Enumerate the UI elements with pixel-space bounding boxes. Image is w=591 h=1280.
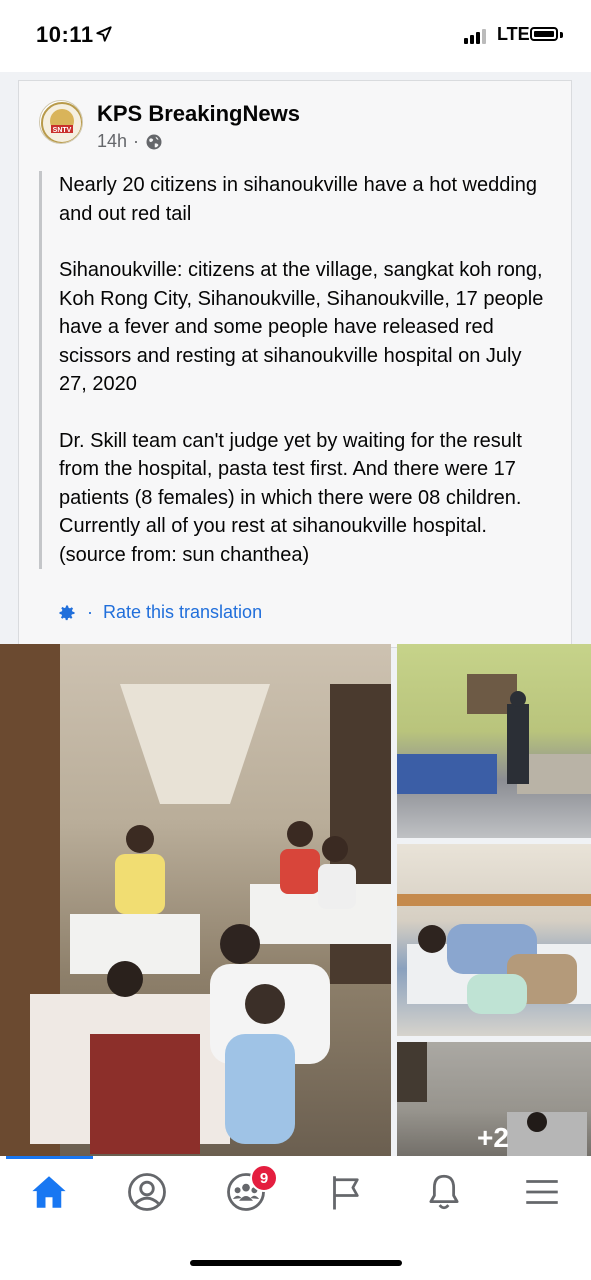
svg-text:SNTV: SNTV: [53, 127, 72, 134]
status-time: 10:11: [36, 22, 94, 47]
rate-separator: ·: [87, 602, 93, 622]
more-photos-count[interactable]: +2: [477, 1122, 509, 1154]
tab-home[interactable]: [19, 1170, 79, 1214]
post-card: SNTV KPS BreakingNews 14h · Nearly 20 ci…: [18, 80, 572, 648]
sntv-logo-icon: SNTV: [41, 102, 82, 143]
active-tab-indicator: [6, 1156, 93, 1159]
hospital-corridor-photo: [0, 644, 391, 1156]
status-bar: 10:11 LTE: [0, 0, 591, 72]
post-photo-thumb[interactable]: [397, 644, 591, 838]
rate-translation-row[interactable]: · Rate this translation: [57, 602, 262, 623]
page-name[interactable]: KPS BreakingNews: [97, 101, 300, 127]
post-photo-main[interactable]: [0, 644, 391, 1156]
post-time[interactable]: 14h: [97, 131, 127, 152]
rate-translation-link[interactable]: Rate this translation: [103, 602, 262, 623]
tab-profile[interactable]: [117, 1170, 177, 1214]
hamburger-menu-icon: [526, 1180, 558, 1204]
post-paragraph: Nearly 20 citizens in sihanoukville have…: [59, 174, 538, 225]
post-photo-thumb[interactable]: [397, 844, 591, 1036]
battery-tip: [560, 32, 563, 38]
home-icon: [32, 1176, 66, 1208]
tab-notifications[interactable]: [414, 1170, 474, 1214]
battery-icon: [530, 27, 558, 41]
post-paragraph: Sihanoukville: citizens at the village, …: [59, 259, 544, 395]
translated-post-text: Nearly 20 citizens in sihanoukville have…: [39, 171, 553, 569]
page-avatar[interactable]: SNTV: [39, 100, 83, 144]
groups-notification-badge: 9: [250, 1164, 278, 1192]
tab-pages[interactable]: [315, 1170, 375, 1214]
bell-icon: [429, 1174, 459, 1210]
post-paragraph: Dr. Skill team can't judge yet by waitin…: [59, 429, 522, 566]
patient-bed-photo: [397, 894, 591, 1014]
globe-icon: [146, 134, 162, 149]
tab-groups[interactable]: 9: [216, 1164, 278, 1214]
profile-icon: [128, 1173, 166, 1211]
gear-icon: [59, 605, 75, 620]
home-indicator[interactable]: [190, 1260, 402, 1266]
network-type: LTE: [497, 24, 530, 44]
meta-separator: ·: [133, 131, 140, 151]
post-meta: 14h ·: [97, 131, 163, 152]
location-arrow-icon: [96, 26, 112, 42]
hospital-room-photo: [397, 674, 591, 794]
flag-icon: [333, 1176, 359, 1210]
tab-menu[interactable]: [512, 1170, 572, 1214]
signal-strength-icon: [464, 29, 486, 44]
post-photo-thumb[interactable]: +2: [397, 1042, 591, 1156]
